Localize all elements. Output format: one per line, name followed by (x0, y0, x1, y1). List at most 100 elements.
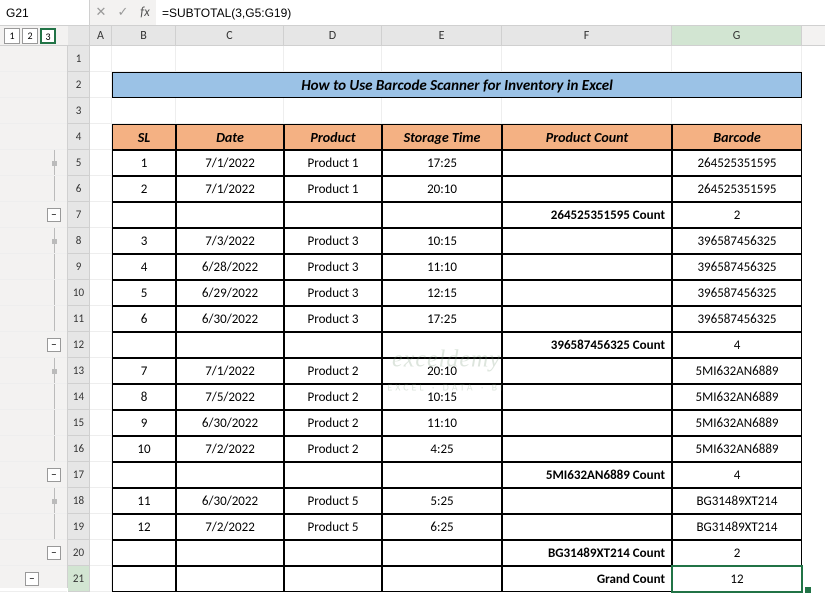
cell[interactable]: 7/2/2022 (176, 436, 284, 462)
cell[interactable]: 396587456325 (672, 280, 802, 306)
cell[interactable] (382, 540, 502, 566)
cell[interactable]: 264525351595 (672, 150, 802, 176)
cell[interactable]: Product 3 (284, 306, 382, 332)
cell[interactable] (382, 46, 502, 72)
table-header-C[interactable]: Date (176, 124, 284, 150)
cell[interactable] (382, 566, 502, 592)
col-header-C[interactable]: C (176, 26, 284, 45)
outline-level-3[interactable]: 3 (40, 28, 56, 44)
cell[interactable]: 5MI632AN6889 (672, 358, 802, 384)
cell[interactable]: 9 (112, 410, 176, 436)
cell[interactable] (284, 202, 382, 228)
table-header-G[interactable]: Barcode (672, 124, 802, 150)
cell[interactable]: 4 (672, 332, 802, 358)
subtotal-label[interactable]: 264525351595 Count (502, 202, 672, 228)
cell[interactable] (90, 306, 112, 332)
cell[interactable] (176, 202, 284, 228)
cell[interactable]: 4 (112, 254, 176, 280)
cell[interactable] (112, 462, 176, 488)
cell[interactable] (176, 566, 284, 592)
cell[interactable]: 396587456325 (672, 228, 802, 254)
cell[interactable] (382, 462, 502, 488)
fx-icon[interactable]: fx (134, 5, 156, 20)
cell[interactable]: 5:25 (382, 488, 502, 514)
cell[interactable] (502, 46, 672, 72)
cell[interactable] (90, 436, 112, 462)
cell[interactable]: 4 (672, 462, 802, 488)
cell[interactable]: 2 (112, 176, 176, 202)
subtotal-label[interactable]: Grand Count (502, 566, 672, 592)
cell[interactable] (90, 176, 112, 202)
cell[interactable] (502, 228, 672, 254)
row-header[interactable]: 11 (68, 306, 90, 332)
cell[interactable]: Product 5 (284, 514, 382, 540)
cell[interactable]: Product 5 (284, 488, 382, 514)
cell[interactable] (502, 488, 672, 514)
cell[interactable] (90, 150, 112, 176)
cell[interactable] (90, 254, 112, 280)
row-header[interactable]: 1 (68, 46, 90, 72)
cell[interactable] (90, 514, 112, 540)
table-header-E[interactable]: Storage Time (382, 124, 502, 150)
subtotal-label[interactable]: 396587456325 Count (502, 332, 672, 358)
outline-collapse-button[interactable]: − (25, 572, 39, 586)
cell[interactable] (112, 332, 176, 358)
row-header[interactable]: 5 (68, 150, 90, 176)
cell[interactable] (112, 540, 176, 566)
cell[interactable]: 5MI632AN6889 (672, 436, 802, 462)
cell[interactable] (284, 462, 382, 488)
cell[interactable]: Product 3 (284, 228, 382, 254)
cell[interactable] (502, 150, 672, 176)
cell[interactable]: Product 1 (284, 176, 382, 202)
col-header-F[interactable]: F (502, 26, 672, 45)
cell[interactable] (502, 176, 672, 202)
cell[interactable] (502, 306, 672, 332)
cell[interactable]: 17:25 (382, 306, 502, 332)
outline-level-1[interactable]: 1 (4, 28, 20, 44)
cell[interactable] (90, 280, 112, 306)
cell[interactable]: Product 2 (284, 384, 382, 410)
formula-input[interactable] (156, 0, 825, 25)
cell[interactable] (90, 384, 112, 410)
cell[interactable] (502, 384, 672, 410)
cell[interactable] (284, 332, 382, 358)
cell[interactable]: 1 (112, 150, 176, 176)
cell[interactable] (284, 98, 382, 124)
cell[interactable]: 2 (672, 540, 802, 566)
cell[interactable] (672, 98, 802, 124)
cell[interactable] (176, 540, 284, 566)
cell[interactable]: 6 (112, 306, 176, 332)
cell[interactable]: 6/30/2022 (176, 410, 284, 436)
cell[interactable]: 12:15 (382, 280, 502, 306)
cell[interactable]: 12 (112, 514, 176, 540)
cell[interactable] (90, 462, 112, 488)
cell[interactable]: 6/29/2022 (176, 280, 284, 306)
col-header-A[interactable]: A (90, 26, 112, 45)
cell[interactable] (90, 358, 112, 384)
cell[interactable]: BG31489XT214 (672, 514, 802, 540)
cell[interactable]: 396587456325 (672, 254, 802, 280)
cell[interactable]: Product 2 (284, 436, 382, 462)
cell[interactable]: 264525351595 (672, 176, 802, 202)
col-header-E[interactable]: E (382, 26, 502, 45)
cell[interactable] (382, 202, 502, 228)
confirm-icon[interactable]: ✓ (112, 5, 134, 20)
cell[interactable] (176, 462, 284, 488)
row-header[interactable]: 2 (68, 72, 90, 98)
cell[interactable]: 7/3/2022 (176, 228, 284, 254)
cell[interactable]: Product 2 (284, 358, 382, 384)
cell[interactable]: 8 (112, 384, 176, 410)
cell[interactable] (90, 202, 112, 228)
cell[interactable]: 7/2/2022 (176, 514, 284, 540)
subtotal-label[interactable]: 5MI632AN6889 Count (502, 462, 672, 488)
outline-level-2[interactable]: 2 (22, 28, 38, 44)
cell[interactable]: 6/30/2022 (176, 488, 284, 514)
cell[interactable] (502, 410, 672, 436)
cell[interactable]: 7/1/2022 (176, 150, 284, 176)
subtotal-label[interactable]: BG31489XT214 Count (502, 540, 672, 566)
table-header-B[interactable]: SL (112, 124, 176, 150)
cell[interactable]: 5 (112, 280, 176, 306)
cell[interactable]: 10:15 (382, 228, 502, 254)
cell[interactable]: 10 (112, 436, 176, 462)
table-header-F[interactable]: Product Count (502, 124, 672, 150)
